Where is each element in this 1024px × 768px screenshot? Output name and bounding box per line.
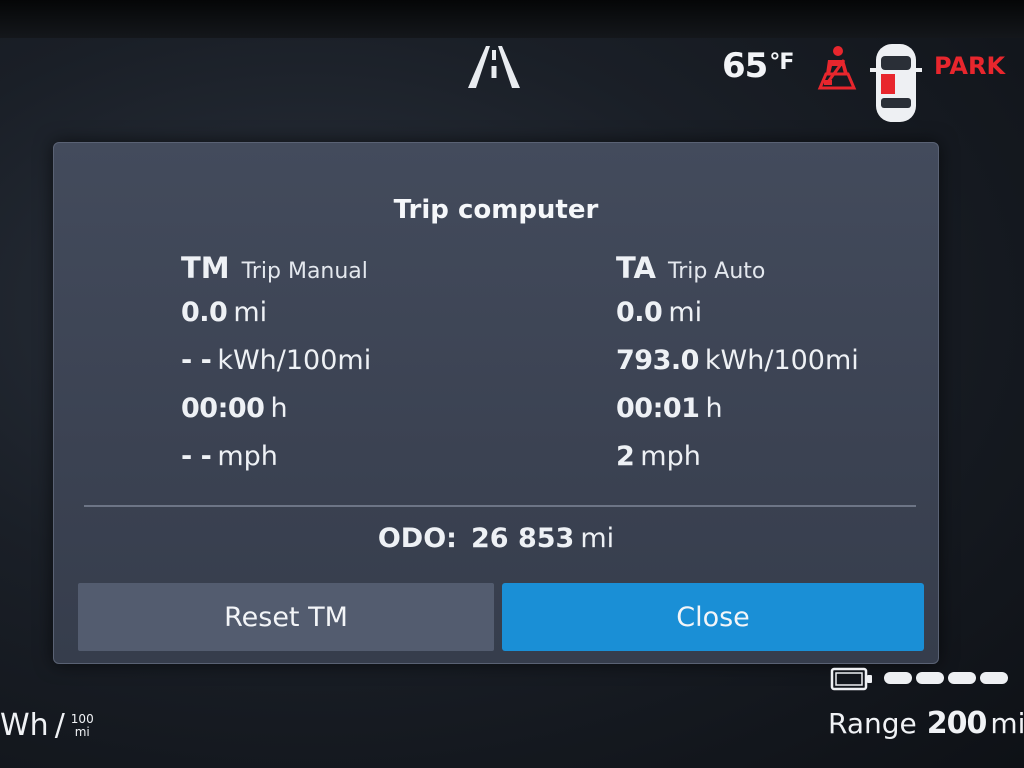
speed-value: - -	[181, 441, 212, 472]
consumption-value: 793.0	[616, 345, 699, 376]
dialog-divider	[84, 505, 916, 507]
battery-charge-bar	[884, 672, 1008, 684]
outside-temperature: 65°F	[722, 46, 794, 86]
charge-segment	[884, 672, 912, 684]
consumption-value: - -	[181, 345, 212, 376]
temperature-unit: °F	[769, 50, 794, 75]
trip-manual-distance: 0.0 mi	[181, 297, 371, 345]
trip-auto-distance: 0.0 mi	[616, 297, 859, 345]
trip-auto-speed: 2 mph	[616, 441, 859, 489]
seatbelt-warning-icon	[817, 46, 857, 90]
speed-value: 2	[616, 441, 635, 472]
range-unit: mi	[990, 707, 1024, 740]
trip-manual-abbr: TM	[181, 251, 230, 285]
dialog-title: Trip computer	[393, 195, 599, 225]
consumption-fraction: 100 mi	[70, 711, 94, 739]
trip-computer-dialog: Trip computer TM Trip Manual 0.0 mi - - …	[53, 142, 939, 664]
odometer-value: 26 853	[470, 523, 575, 554]
distance-unit: mi	[668, 297, 703, 328]
trip-auto-time: 00:01 h	[616, 393, 859, 441]
charge-segment	[916, 672, 944, 684]
road-lane-icon	[468, 46, 520, 88]
trip-auto-consumption: 793.0 kWh/100mi	[616, 345, 859, 393]
trip-manual-header: TM Trip Manual	[181, 251, 371, 297]
range-display: Range 200 mi	[828, 706, 1024, 741]
consumption-unit-indicator: Wh / 100 mi	[0, 708, 94, 743]
trip-auto-abbr: TA	[616, 251, 656, 285]
trip-manual-column: TM Trip Manual 0.0 mi - - kWh/100mi 00:0…	[181, 251, 371, 489]
consumption-unit: kWh/100mi	[217, 345, 372, 376]
trip-manual-time: 00:00 h	[181, 393, 371, 441]
trip-manual-consumption: - - kWh/100mi	[181, 345, 371, 393]
temperature-value: 65	[722, 46, 768, 86]
instrument-cluster-screen: 65°F PARK Trip computer TM Trip Manual 0…	[0, 0, 1024, 768]
fraction-top: 100	[70, 711, 94, 726]
time-value: 00:01	[616, 393, 700, 424]
odometer-label: ODO:	[377, 523, 457, 554]
battery-icon	[830, 667, 872, 691]
charge-segment	[980, 672, 1008, 684]
odometer-unit: mi	[580, 523, 615, 554]
reset-tm-button[interactable]: Reset TM	[78, 583, 494, 651]
range-value: 200	[926, 706, 988, 741]
gear-indicator: PARK	[934, 52, 1006, 80]
odometer: ODO: 26 853 mi	[54, 523, 938, 554]
speed-unit: mph	[217, 441, 278, 472]
car-top-view-icon	[870, 44, 922, 122]
distance-unit: mi	[233, 297, 268, 328]
consumption-unit: kWh/100mi	[704, 345, 859, 376]
trip-auto-label: Trip Auto	[667, 259, 766, 284]
screen-bezel	[0, 0, 1024, 38]
distance-value: 0.0	[616, 297, 663, 328]
slash-separator: /	[54, 708, 65, 743]
trip-manual-label: Trip Manual	[241, 259, 368, 284]
consumption-unit-partial: Wh	[0, 708, 49, 743]
speed-unit: mph	[640, 441, 701, 472]
charge-segment	[948, 672, 976, 684]
trip-auto-column: TA Trip Auto 0.0 mi 793.0 kWh/100mi 00:0…	[616, 251, 859, 489]
range-label: Range	[828, 707, 917, 740]
trip-manual-speed: - - mph	[181, 441, 371, 489]
distance-value: 0.0	[181, 297, 228, 328]
close-button[interactable]: Close	[502, 583, 924, 651]
time-value: 00:00	[181, 393, 265, 424]
time-unit: h	[705, 393, 723, 424]
fraction-bottom: mi	[74, 724, 90, 739]
trip-auto-header: TA Trip Auto	[616, 251, 859, 297]
time-unit: h	[270, 393, 288, 424]
